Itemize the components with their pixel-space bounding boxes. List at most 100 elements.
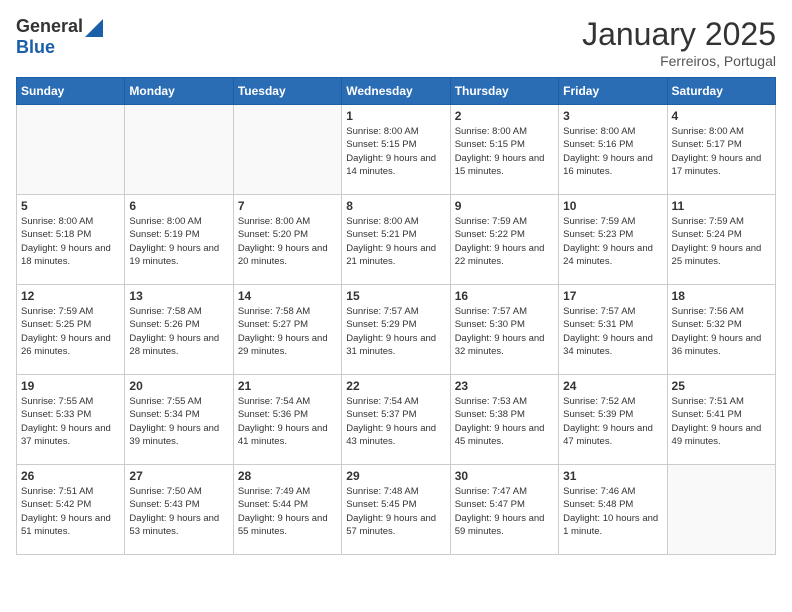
- cell-info: Sunrise: 8:00 AMSunset: 5:20 PMDaylight:…: [238, 215, 337, 268]
- cell-info: Sunrise: 8:00 AMSunset: 5:18 PMDaylight:…: [21, 215, 120, 268]
- table-row: 21 Sunrise: 7:54 AMSunset: 5:36 PMDayligh…: [233, 375, 341, 465]
- cell-info: Sunrise: 8:00 AMSunset: 5:15 PMDaylight:…: [346, 125, 445, 178]
- table-row: 19Sunrise: 7:55 AMSunset: 5:33 PMDayligh…: [17, 375, 125, 465]
- cell-info: Sunrise: 7:57 AMSunset: 5:30 PMDaylight:…: [455, 305, 554, 358]
- table-row: 11Sunrise: 7:59 AMSunset: 5:24 PMDayligh…: [667, 195, 775, 285]
- header-monday: Monday: [125, 78, 233, 105]
- cell-info: Sunrise: 7:54 AMSunset: 5:36 PMDaylight:…: [238, 395, 337, 448]
- day-number: 7: [238, 199, 337, 213]
- day-number: 28: [238, 469, 337, 483]
- table-row: 27 Sunrise: 7:50 AMSunset: 5:43 PMDayligh…: [125, 465, 233, 555]
- cell-info: Sunrise: 8:00 AMSunset: 5:19 PMDaylight:…: [129, 215, 228, 268]
- cell-info: Sunrise: 7:50 AMSunset: 5:43 PMDaylight:…: [129, 485, 228, 538]
- cell-info: Sunrise: 7:55 AMSunset: 5:34 PMDaylight:…: [129, 395, 228, 448]
- cell-info: Sunrise: 7:47 AMSunset: 5:47 PMDaylight:…: [455, 485, 554, 538]
- table-row: [233, 105, 341, 195]
- day-number: 30: [455, 469, 554, 483]
- cell-info: Sunrise: 8:00 AMSunset: 5:21 PMDaylight:…: [346, 215, 445, 268]
- header-saturday: Saturday: [667, 78, 775, 105]
- cell-info: Sunrise: 7:49 AMSunset: 5:44 PMDaylight:…: [238, 485, 337, 538]
- day-number: 17: [563, 289, 662, 303]
- day-number: 14: [238, 289, 337, 303]
- cell-info: Sunrise: 7:52 AMSunset: 5:39 PMDaylight:…: [563, 395, 662, 448]
- header-wednesday: Wednesday: [342, 78, 450, 105]
- table-row: 18Sunrise: 7:56 AMSunset: 5:32 PMDayligh…: [667, 285, 775, 375]
- cell-info: Sunrise: 7:58 AMSunset: 5:27 PMDaylight:…: [238, 305, 337, 358]
- table-row: 29 Sunrise: 7:48 AMSunset: 5:45 PMDayligh…: [342, 465, 450, 555]
- table-row: 23 Sunrise: 7:53 AMSunset: 5:38 PMDayligh…: [450, 375, 558, 465]
- day-number: 31: [563, 469, 662, 483]
- day-number: 9: [455, 199, 554, 213]
- cell-info: Sunrise: 7:51 AMSunset: 5:41 PMDaylight:…: [672, 395, 771, 448]
- location-title: Ferreiros, Portugal: [582, 53, 776, 69]
- cell-info: Sunrise: 7:57 AMSunset: 5:31 PMDaylight:…: [563, 305, 662, 358]
- day-number: 23: [455, 379, 554, 393]
- cell-info: Sunrise: 7:59 AMSunset: 5:22 PMDaylight:…: [455, 215, 554, 268]
- table-row: 22Sunrise: 7:54 AMSunset: 5:37 PMDayligh…: [342, 375, 450, 465]
- day-number: 8: [346, 199, 445, 213]
- day-number: 21: [238, 379, 337, 393]
- table-row: 2Sunrise: 8:00 AMSunset: 5:15 PMDaylight…: [450, 105, 558, 195]
- cell-info: Sunrise: 7:57 AMSunset: 5:29 PMDaylight:…: [346, 305, 445, 358]
- logo: General Blue: [16, 16, 103, 58]
- table-row: 4 Sunrise: 8:00 AMSunset: 5:17 PMDaylight…: [667, 105, 775, 195]
- calendar-table: Sunday Monday Tuesday Wednesday Thursday…: [16, 77, 776, 555]
- logo-blue: Blue: [16, 37, 55, 58]
- day-number: 16: [455, 289, 554, 303]
- table-row: 31 Sunrise: 7:46 AMSunset: 5:48 PMDayligh…: [559, 465, 667, 555]
- table-row: 1Sunrise: 8:00 AMSunset: 5:15 PMDaylight…: [342, 105, 450, 195]
- cell-info: Sunrise: 7:55 AMSunset: 5:33 PMDaylight:…: [21, 395, 120, 448]
- cell-info: Sunrise: 7:46 AMSunset: 5:48 PMDaylight:…: [563, 485, 662, 538]
- cell-info: Sunrise: 8:00 AMSunset: 5:16 PMDaylight:…: [563, 125, 662, 178]
- table-row: [125, 105, 233, 195]
- title-section: January 2025 Ferreiros, Portugal: [582, 16, 776, 69]
- day-number: 2: [455, 109, 554, 123]
- cell-info: Sunrise: 8:00 AMSunset: 5:17 PMDaylight:…: [672, 125, 771, 178]
- table-row: [667, 465, 775, 555]
- day-number: 24: [563, 379, 662, 393]
- cell-info: Sunrise: 7:59 AMSunset: 5:23 PMDaylight:…: [563, 215, 662, 268]
- day-number: 26: [21, 469, 120, 483]
- day-number: 4: [672, 109, 771, 123]
- calendar-body: 1Sunrise: 8:00 AMSunset: 5:15 PMDaylight…: [17, 105, 776, 555]
- header-friday: Friday: [559, 78, 667, 105]
- day-number: 13: [129, 289, 228, 303]
- cell-info: Sunrise: 7:59 AMSunset: 5:25 PMDaylight:…: [21, 305, 120, 358]
- day-number: 20: [129, 379, 228, 393]
- table-row: 30 Sunrise: 7:47 AMSunset: 5:47 PMDayligh…: [450, 465, 558, 555]
- day-number: 15: [346, 289, 445, 303]
- cell-info: Sunrise: 7:53 AMSunset: 5:38 PMDaylight:…: [455, 395, 554, 448]
- table-row: 12Sunrise: 7:59 AMSunset: 5:25 PMDayligh…: [17, 285, 125, 375]
- cell-info: Sunrise: 7:51 AMSunset: 5:42 PMDaylight:…: [21, 485, 120, 538]
- table-row: 25 Sunrise: 7:51 AMSunset: 5:41 PMDayligh…: [667, 375, 775, 465]
- logo-general: General: [16, 16, 83, 37]
- page-header: General Blue January 2025 Ferreiros, Por…: [16, 16, 776, 69]
- cell-info: Sunrise: 7:48 AMSunset: 5:45 PMDaylight:…: [346, 485, 445, 538]
- header-thursday: Thursday: [450, 78, 558, 105]
- table-row: 3Sunrise: 8:00 AMSunset: 5:16 PMDaylight…: [559, 105, 667, 195]
- day-number: 25: [672, 379, 771, 393]
- day-number: 6: [129, 199, 228, 213]
- day-number: 22: [346, 379, 445, 393]
- day-number: 27: [129, 469, 228, 483]
- table-row: 13 Sunrise: 7:58 AMSunset: 5:26 PMDayligh…: [125, 285, 233, 375]
- header-sunday: Sunday: [17, 78, 125, 105]
- header-tuesday: Tuesday: [233, 78, 341, 105]
- table-row: 8 Sunrise: 8:00 AMSunset: 5:21 PMDaylight…: [342, 195, 450, 285]
- logo-triangle-icon: [85, 19, 103, 37]
- day-number: 29: [346, 469, 445, 483]
- table-row: 24 Sunrise: 7:52 AMSunset: 5:39 PMDayligh…: [559, 375, 667, 465]
- day-number: 5: [21, 199, 120, 213]
- table-row: 28 Sunrise: 7:49 AMSunset: 5:44 PMDayligh…: [233, 465, 341, 555]
- cell-info: Sunrise: 7:56 AMSunset: 5:32 PMDaylight:…: [672, 305, 771, 358]
- day-number: 10: [563, 199, 662, 213]
- table-row: 10 Sunrise: 7:59 AMSunset: 5:23 PMDayligh…: [559, 195, 667, 285]
- month-title: January 2025: [582, 16, 776, 53]
- table-row: 15 Sunrise: 7:57 AMSunset: 5:29 PMDayligh…: [342, 285, 450, 375]
- table-row: 16 Sunrise: 7:57 AMSunset: 5:30 PMDayligh…: [450, 285, 558, 375]
- table-row: 6 Sunrise: 8:00 AMSunset: 5:19 PMDaylight…: [125, 195, 233, 285]
- table-row: [17, 105, 125, 195]
- day-number: 11: [672, 199, 771, 213]
- cell-info: Sunrise: 7:58 AMSunset: 5:26 PMDaylight:…: [129, 305, 228, 358]
- table-row: 7 Sunrise: 8:00 AMSunset: 5:20 PMDaylight…: [233, 195, 341, 285]
